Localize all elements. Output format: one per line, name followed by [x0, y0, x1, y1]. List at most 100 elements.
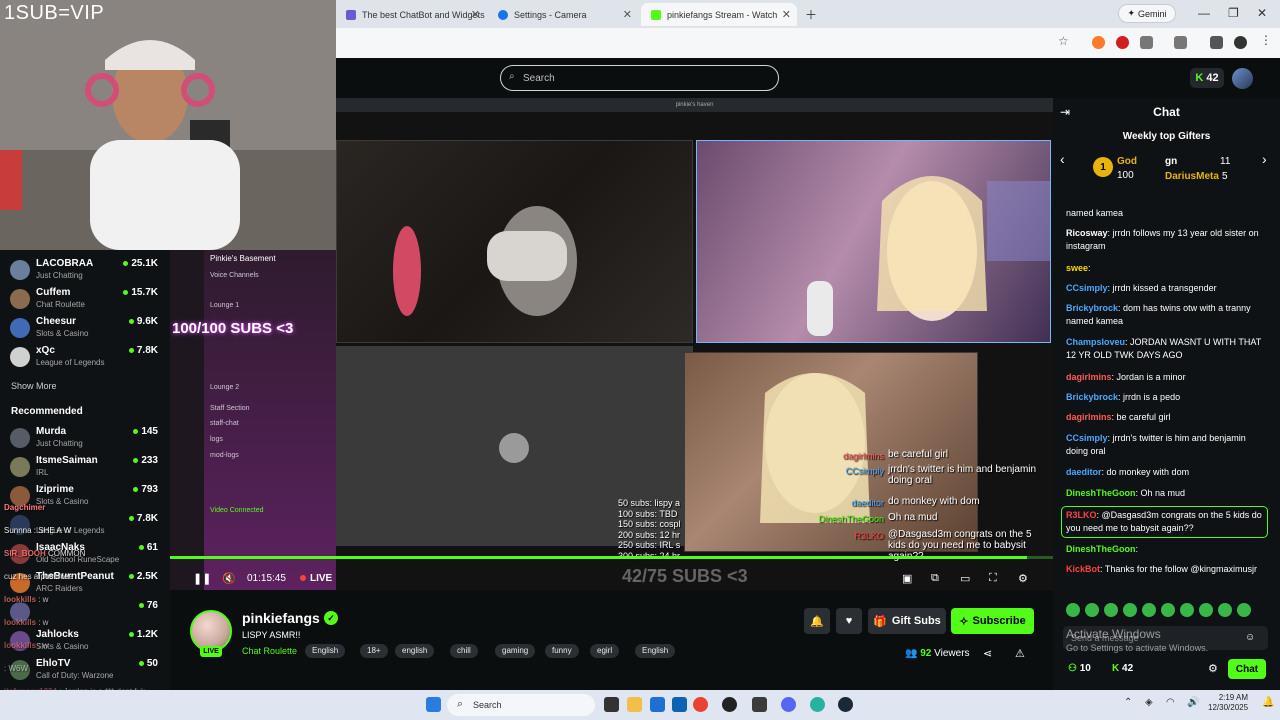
stream-tag[interactable]: 18+	[360, 644, 388, 658]
bell-icon[interactable]: 🔔	[804, 608, 830, 634]
sidebar-channel[interactable]: Murda Just Chatting 145	[10, 426, 166, 452]
chat-kicks[interactable]: K 42	[1112, 663, 1133, 674]
video-progress-bar[interactable]	[170, 556, 1053, 559]
stream-category[interactable]: Chat Roulette	[242, 646, 297, 656]
close-icon[interactable]: ✕	[782, 8, 791, 21]
chat-username[interactable]: CCsimply	[1066, 283, 1108, 293]
chat-username[interactable]: Champsloveu	[1066, 337, 1125, 347]
media-icon[interactable]	[1210, 36, 1223, 49]
gift-subs-button[interactable]: 🎁 Gift Subs	[868, 608, 946, 634]
stream-tag[interactable]: english	[395, 644, 435, 658]
chat-username[interactable]: swee	[1066, 263, 1088, 273]
subscribe-button[interactable]: ✧ Subscribe	[951, 608, 1034, 634]
stream-tag[interactable]: gaming	[495, 644, 536, 658]
bookmark-star-icon[interactable]: ☆	[1058, 34, 1071, 48]
emote-bar[interactable]	[1066, 603, 1266, 619]
restore-icon[interactable]: ❐	[1228, 6, 1239, 20]
sidebar-channel[interactable]: Cuffem Chat Roulette 15.7K	[10, 287, 166, 313]
pip-icon[interactable]: ⧉	[931, 572, 939, 585]
profile-icon[interactable]	[1234, 36, 1247, 49]
minimize-icon[interactable]: —	[1198, 6, 1210, 20]
discord-icon[interactable]	[781, 697, 796, 712]
emote-icon[interactable]	[1142, 603, 1156, 617]
send-chat-button[interactable]: Chat	[1228, 659, 1266, 679]
user-avatar[interactable]	[1232, 68, 1253, 89]
windows-start-icon[interactable]	[426, 697, 441, 712]
obs-icon[interactable]	[722, 697, 737, 712]
chat-username[interactable]: DineshTheGoon	[1066, 544, 1136, 554]
tray-chevron-icon[interactable]: ⌃	[1124, 697, 1139, 712]
stream-tag[interactable]: chill	[450, 644, 478, 658]
puzzle-icon[interactable]	[1140, 36, 1153, 49]
chat-username[interactable]: DineshTheGoon	[1066, 488, 1136, 498]
adblock-icon[interactable]	[1116, 36, 1129, 49]
browser-tab-settings[interactable]: Settings - Camera ✕	[488, 3, 638, 26]
close-icon[interactable]: ✕	[471, 8, 480, 21]
emote-icon[interactable]	[1237, 603, 1251, 617]
close-icon[interactable]: ✕	[623, 8, 632, 21]
volume-icon[interactable]: 🔊	[1187, 697, 1202, 712]
chrome-alt-icon[interactable]	[810, 697, 825, 712]
chat-username[interactable]: Brickybrock	[1066, 303, 1118, 313]
kicks-balance[interactable]: K 42	[1190, 68, 1224, 88]
clip-icon[interactable]: ▣	[902, 572, 912, 585]
emote-icon[interactable]	[1123, 603, 1137, 617]
show-more-link[interactable]: Show More	[11, 381, 57, 391]
sidebar-channel[interactable]: EhloTV Call of Duty: Warzone 50	[10, 658, 166, 684]
new-tab-icon[interactable]: ＋	[805, 6, 817, 23]
chat-username[interactable]: R3LKO	[1066, 510, 1097, 520]
stream-tag[interactable]: English	[305, 644, 346, 658]
fullscreen-icon[interactable]: ⛶	[989, 572, 997, 585]
taskbar-search[interactable]: ⌕ Search	[447, 694, 595, 716]
chat-username[interactable]: dagirlmins	[1066, 372, 1112, 382]
mail-icon[interactable]	[650, 697, 665, 712]
stream-tag[interactable]: English	[635, 644, 676, 658]
heart-icon[interactable]: ♥	[836, 608, 862, 634]
browser-tab-chatbot[interactable]: The best ChatBot and Widgets ✕	[336, 3, 486, 26]
search-input[interactable]: ⌕ Search	[500, 65, 779, 91]
gemini-button[interactable]: ✦ Gemini	[1118, 4, 1176, 23]
share-icon[interactable]: ⋖	[983, 647, 992, 660]
network-icon[interactable]: ◈	[1145, 697, 1160, 712]
emote-icon[interactable]	[1199, 603, 1213, 617]
chrome-icon[interactable]	[693, 697, 708, 712]
notification-bell-icon[interactable]: 🔔	[1262, 697, 1277, 712]
chat-username[interactable]: Ricosway	[1066, 228, 1108, 238]
cast-icon[interactable]	[1174, 36, 1187, 49]
emote-icon[interactable]	[1161, 603, 1175, 617]
report-icon[interactable]: ⚠	[1015, 647, 1025, 660]
chat-settings-icon[interactable]: ⚙	[1208, 662, 1218, 675]
emote-icon[interactable]	[1066, 603, 1080, 617]
menu-kebab-icon[interactable]: ⋮	[1260, 33, 1273, 47]
mute-icon[interactable]: 🔇	[222, 572, 236, 585]
chevron-right-icon[interactable]: ›	[1262, 151, 1267, 167]
task-view-icon[interactable]	[604, 697, 619, 712]
stream-tag[interactable]: funny	[545, 644, 579, 658]
chat-username[interactable]: dagirlmins	[1066, 412, 1112, 422]
pause-icon[interactable]: ❚❚	[193, 572, 211, 585]
emote-icon[interactable]	[1104, 603, 1118, 617]
sidebar-channel[interactable]: xQc League of Legends 7.8K	[10, 345, 166, 371]
stream-tag[interactable]: egirl	[590, 644, 620, 658]
chat-username[interactable]: CCsimply	[1066, 433, 1108, 443]
extension-icon[interactable]	[1092, 36, 1105, 49]
chat-username[interactable]: KickBot	[1066, 564, 1100, 574]
theater-icon[interactable]: ▭	[960, 572, 970, 585]
emote-icon[interactable]	[1085, 603, 1099, 617]
wifi-icon[interactable]: ◠	[1166, 697, 1181, 712]
app-icon[interactable]	[752, 697, 767, 712]
sidebar-channel[interactable]: ItsmeSaiman IRL 233	[10, 455, 166, 481]
browser-tab-kick[interactable]: pinkiefangs Stream - Watch ✕	[641, 3, 797, 26]
store-icon[interactable]	[672, 697, 687, 712]
sidebar-channel[interactable]: LACOBRAA Just Chatting 25.1K	[10, 258, 166, 284]
file-explorer-icon[interactable]	[627, 697, 642, 712]
sidebar-channel[interactable]: Cheesur Slots & Casino 9.6K	[10, 316, 166, 342]
chat-username[interactable]: Brickybrock	[1066, 392, 1118, 402]
taskbar-clock[interactable]: 2:19 AM 12/30/2025	[1208, 693, 1248, 713]
emoji-icon[interactable]: ☺	[1245, 632, 1255, 643]
settings-gear-icon[interactable]: ⚙	[1018, 572, 1028, 585]
emote-icon[interactable]	[1218, 603, 1232, 617]
emote-icon[interactable]	[1180, 603, 1194, 617]
streamer-name[interactable]: pinkiefangs	[242, 610, 320, 626]
window-close-icon[interactable]: ✕	[1257, 6, 1267, 20]
